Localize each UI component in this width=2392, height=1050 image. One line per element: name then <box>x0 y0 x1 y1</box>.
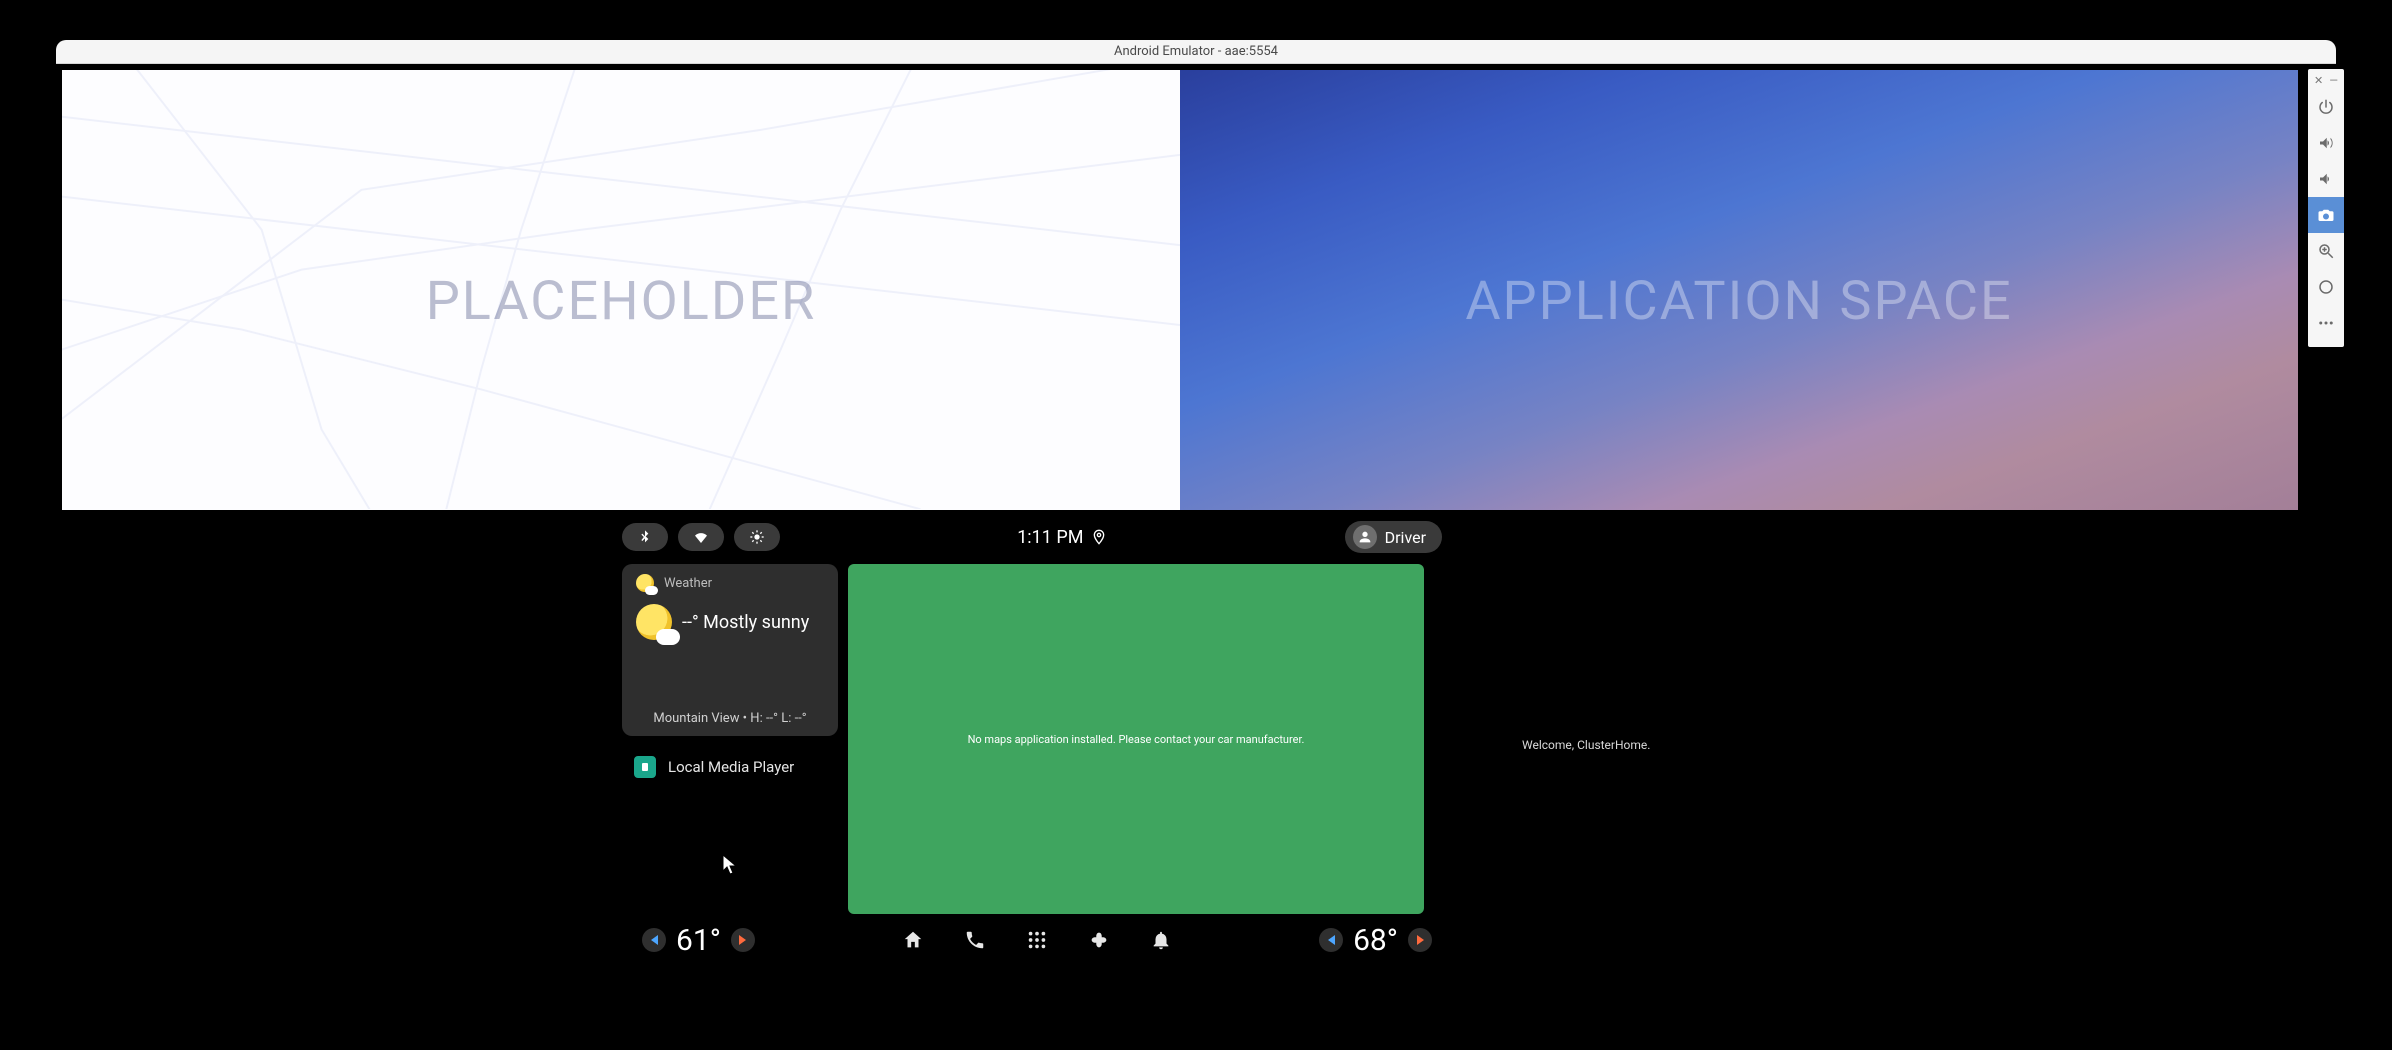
weather-condition: --° Mostly sunny <box>682 612 809 633</box>
temp-right-decrease[interactable] <box>1319 928 1343 952</box>
window-titlebar[interactable]: Android Emulator - aae:5554 <box>56 40 2336 64</box>
person-icon <box>1353 525 1377 549</box>
power-icon <box>2317 98 2335 116</box>
clock: 1:11 PM <box>1017 527 1107 548</box>
weather-card-header: Weather <box>636 574 824 592</box>
profile-name: Driver <box>1385 528 1426 547</box>
media-player-label: Local Media Player <box>668 758 794 776</box>
nav-icon-row <box>901 928 1173 952</box>
left-temp-control: 61° <box>642 923 755 958</box>
more-icon <box>2317 314 2335 332</box>
maps-card[interactable]: No maps application installed. Please co… <box>848 564 1424 914</box>
media-player-item[interactable]: Local Media Player <box>634 756 794 778</box>
profile-button[interactable]: Driver <box>1345 521 1442 553</box>
left-temp-value: 61° <box>676 923 721 958</box>
phone-icon <box>964 929 986 951</box>
application-space-panel: APPLICATION SPACE <box>1180 70 2298 510</box>
home-button[interactable] <box>901 928 925 952</box>
status-toggle-group <box>622 523 780 551</box>
application-space-label: APPLICATION SPACE <box>1180 270 2298 333</box>
weather-small-icon <box>636 574 654 592</box>
volume-down-icon <box>2317 170 2335 188</box>
home-icon <box>902 929 924 951</box>
emulator-volume-down-button[interactable] <box>2308 161 2344 197</box>
home-circle-icon <box>2317 278 2335 296</box>
clock-time: 1:11 PM <box>1017 527 1083 548</box>
hvac-button[interactable] <box>1087 928 1111 952</box>
top-split: PLACEHOLDER APPLICATION SPACE <box>62 70 2298 510</box>
emulator-power-button[interactable] <box>2308 89 2344 125</box>
weather-footer: Mountain View • H: --° L: --° <box>622 711 838 726</box>
emulator-screen: PLACEHOLDER APPLICATION SPACE <box>56 64 2336 980</box>
camera-icon <box>2317 206 2335 224</box>
emulator-toolbar: ✕ ― <box>2308 69 2344 347</box>
wifi-toggle[interactable] <box>678 523 724 551</box>
right-temp-control: 68° <box>1319 923 1432 958</box>
placeholder-label: PLACEHOLDER <box>62 270 1180 333</box>
maps-card-message: No maps application installed. Please co… <box>968 733 1305 746</box>
temp-left-increase[interactable] <box>731 928 755 952</box>
cluster-welcome: Welcome, ClusterHome. <box>1522 738 1650 752</box>
emulator-zoom-button[interactable] <box>2308 233 2344 269</box>
weather-large-icon <box>636 604 672 640</box>
placeholder-panel: PLACEHOLDER <box>62 70 1180 510</box>
automotive-home: 1:11 PM Driver Weather <box>62 510 2298 970</box>
apps-button[interactable] <box>1025 928 1049 952</box>
weather-card-title: Weather <box>664 576 712 591</box>
window-title: Android Emulator - aae:5554 <box>1114 44 1278 59</box>
wifi-icon <box>693 529 709 545</box>
zoom-icon <box>2317 242 2335 260</box>
emulator-close-button[interactable]: ✕ <box>2314 75 2323 85</box>
right-temp-value: 68° <box>1353 923 1398 958</box>
bell-icon <box>1150 929 1172 951</box>
volume-up-icon <box>2317 134 2335 152</box>
temp-left-decrease[interactable] <box>642 928 666 952</box>
media-app-icon <box>634 756 656 778</box>
bluetooth-icon <box>637 529 653 545</box>
weather-card[interactable]: Weather --° Mostly sunny Mountain View •… <box>622 564 838 736</box>
bottom-nav: 61° 68° <box>642 918 1432 962</box>
notifications-button[interactable] <box>1149 928 1173 952</box>
emulator-home-button[interactable] <box>2308 269 2344 305</box>
emulator-volume-up-button[interactable] <box>2308 125 2344 161</box>
emulator-more-button[interactable] <box>2308 305 2344 341</box>
bluetooth-toggle[interactable] <box>622 523 668 551</box>
emulator-minimize-button[interactable]: ― <box>2329 75 2338 85</box>
brightness-toggle[interactable] <box>734 523 780 551</box>
emulator-window: Android Emulator - aae:5554 <box>56 40 2336 980</box>
emulator-screenshot-button[interactable] <box>2308 197 2344 233</box>
fan-icon <box>1088 929 1110 951</box>
temp-right-increase[interactable] <box>1408 928 1432 952</box>
phone-button[interactable] <box>963 928 987 952</box>
brightness-icon <box>749 529 765 545</box>
status-bar: 1:11 PM Driver <box>622 520 1442 554</box>
apps-icon <box>1026 929 1048 951</box>
location-pin-icon <box>1091 529 1107 545</box>
